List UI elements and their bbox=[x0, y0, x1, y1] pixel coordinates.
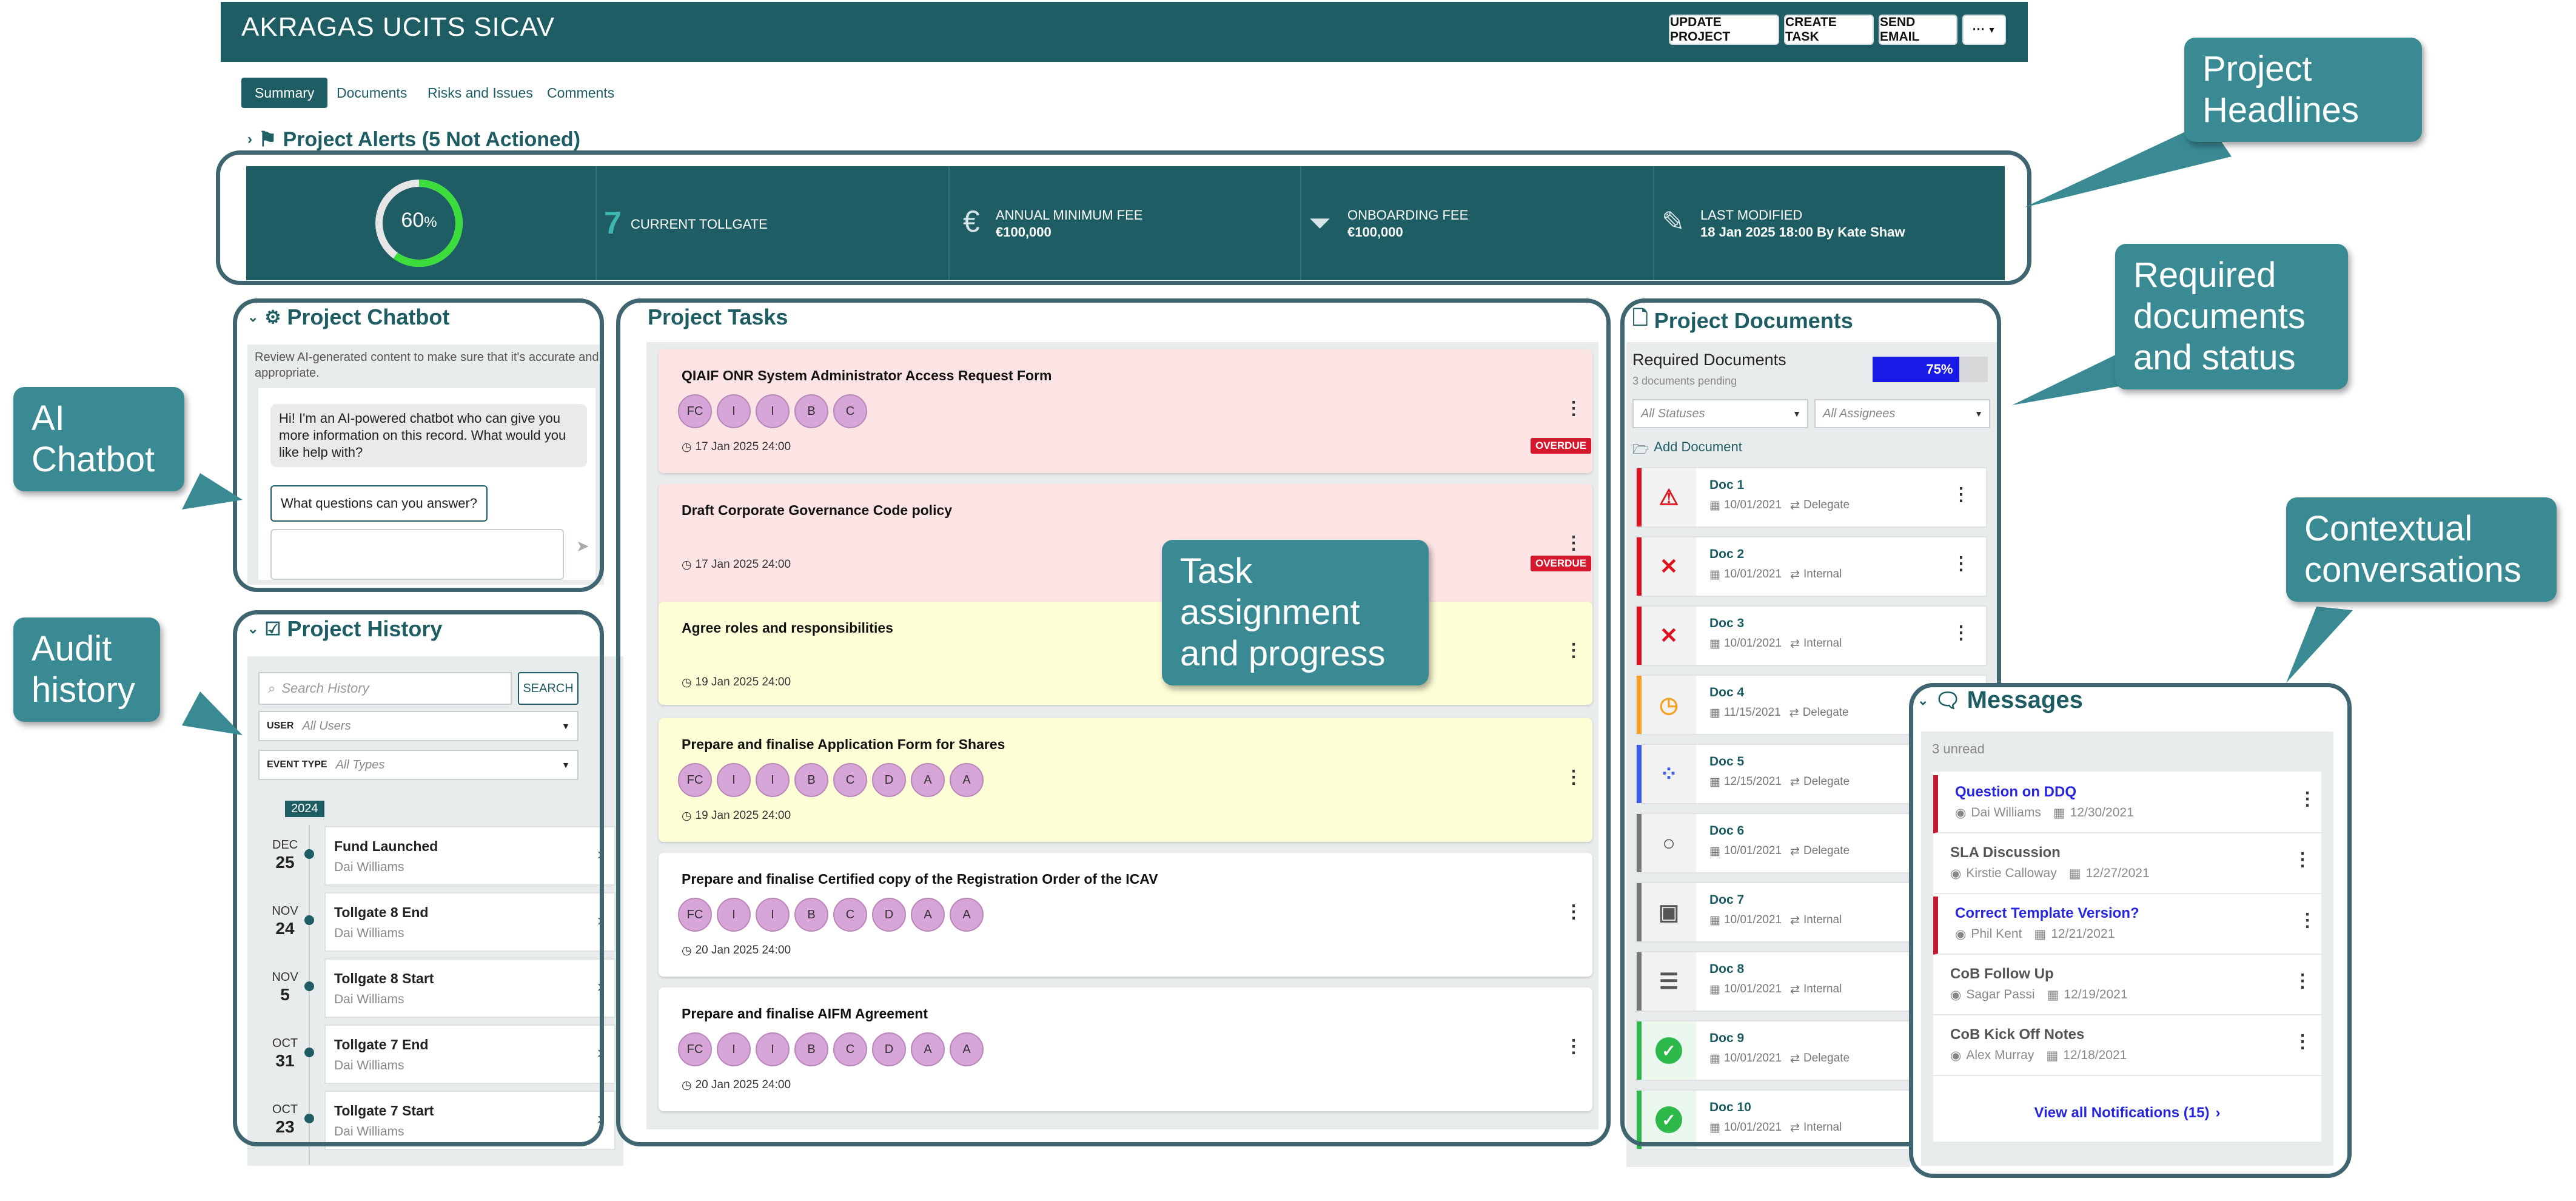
callout-contextual-conversations: Contextual conversations bbox=[2286, 497, 2557, 602]
callout-required-documents: Required documents and status bbox=[2115, 244, 2348, 389]
callout-ai-chatbot: AI Chatbot bbox=[13, 387, 184, 491]
callout-audit-history: Audit history bbox=[13, 617, 160, 722]
callout-project-headlines: Project Headlines bbox=[2184, 38, 2422, 142]
callout-task-assignment: Task assignment and progress bbox=[1162, 540, 1429, 685]
